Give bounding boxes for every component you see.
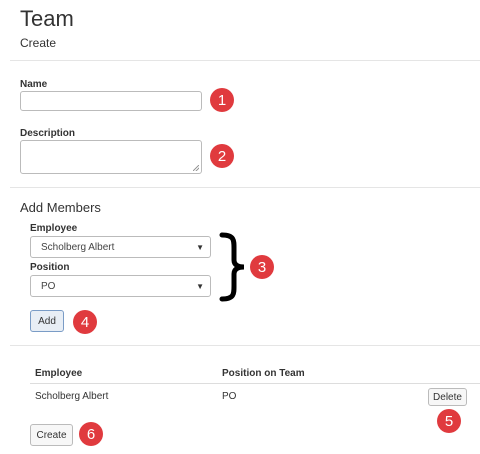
employee-label: Employee <box>30 223 78 234</box>
dropdown-arrow-icon: ▼ <box>196 242 204 252</box>
delete-button[interactable]: Delete <box>428 388 467 406</box>
position-label: Position <box>30 262 70 273</box>
description-textarea[interactable] <box>20 140 202 174</box>
resize-handle-icon[interactable] <box>193 165 199 171</box>
divider <box>10 187 480 188</box>
divider <box>10 345 480 346</box>
divider <box>10 60 480 61</box>
create-button[interactable]: Create <box>30 424 73 446</box>
column-header-position: Position on Team <box>222 368 305 379</box>
callout-3: 3 <box>250 255 274 279</box>
page-subtitle: Create <box>20 36 57 50</box>
table-cell-employee: Scholberg Albert <box>35 391 109 402</box>
description-label: Description <box>20 128 76 139</box>
employee-select-value: Scholberg Albert <box>41 241 115 253</box>
position-select[interactable]: PO ▼ <box>30 275 211 297</box>
table-cell-position: PO <box>222 391 237 402</box>
name-label: Name <box>20 79 48 90</box>
employee-select[interactable]: Scholberg Albert ▼ <box>30 236 211 258</box>
callout-2: 2 <box>210 144 234 168</box>
add-members-heading: Add Members <box>20 200 101 215</box>
callout-5: 5 <box>437 409 461 433</box>
position-select-value: PO <box>41 280 56 292</box>
add-button[interactable]: Add <box>30 310 64 332</box>
dropdown-arrow-icon: ▼ <box>196 281 204 291</box>
callout-1: 1 <box>210 88 234 112</box>
page-title: Team <box>20 6 74 31</box>
callout-4: 4 <box>73 310 97 334</box>
name-input[interactable] <box>20 91 202 111</box>
column-header-employee: Employee <box>35 368 83 379</box>
brace-icon <box>219 232 245 302</box>
table-header-rule <box>30 383 480 384</box>
callout-6: 6 <box>79 422 103 446</box>
